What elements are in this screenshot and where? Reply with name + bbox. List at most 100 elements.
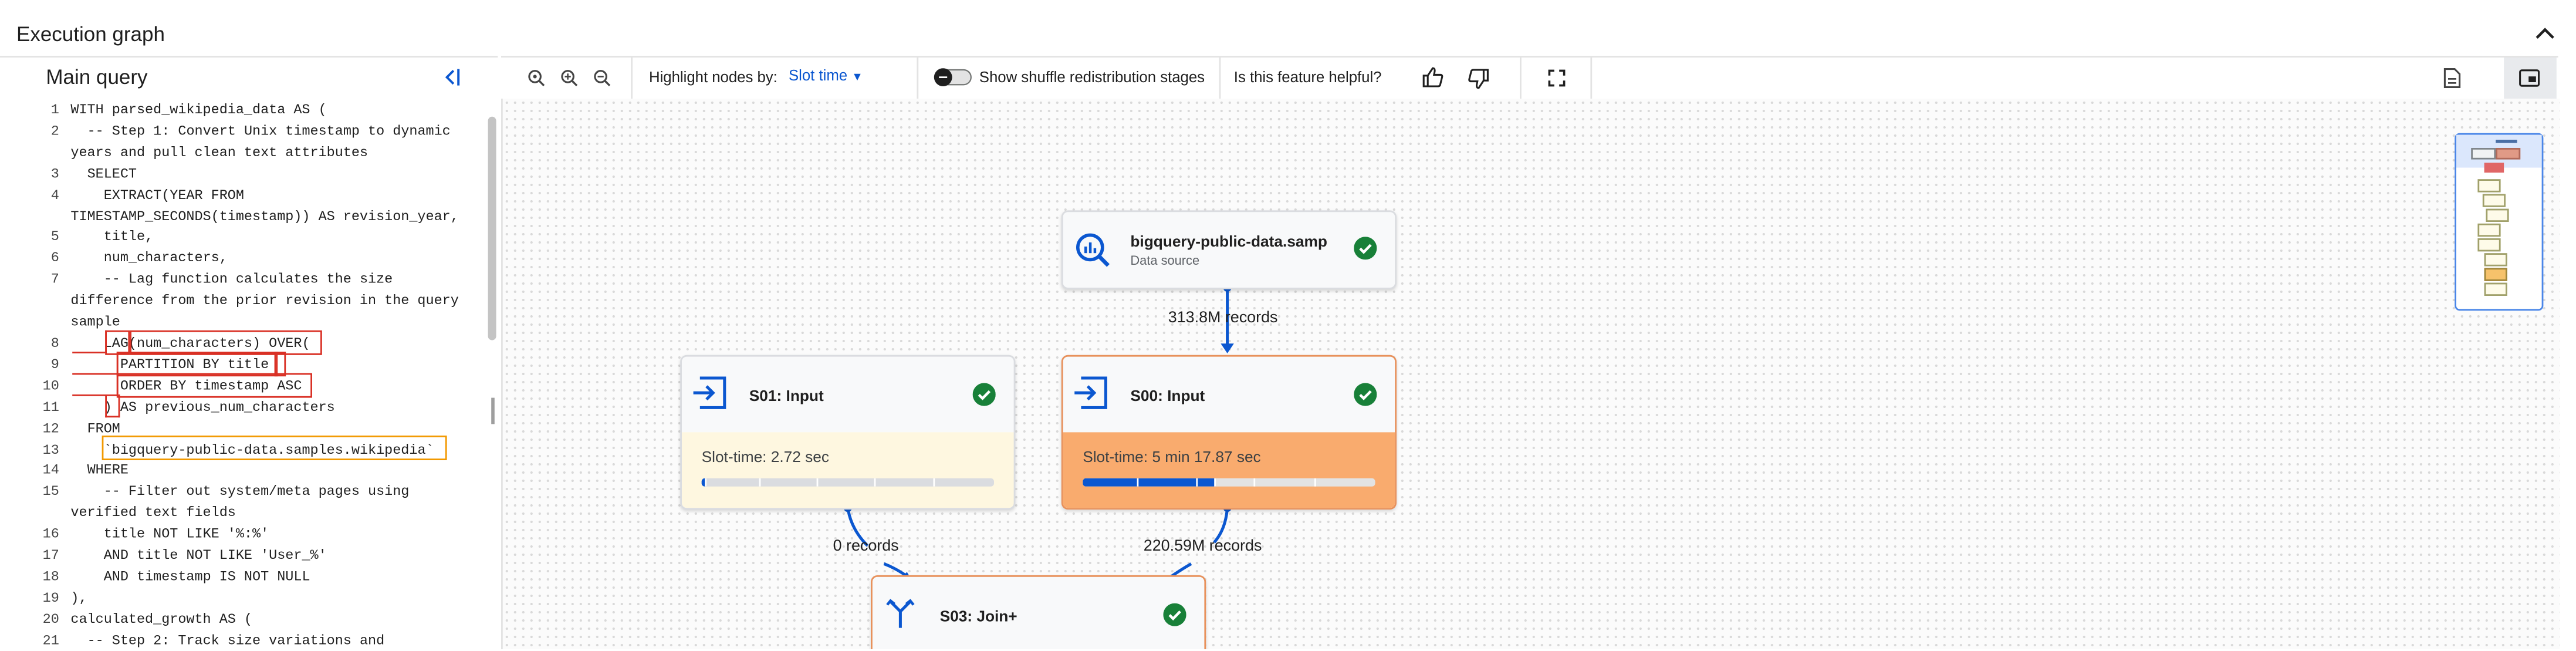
code-line[interactable]: 2 -- Step 1: Convert Unix timestamp to d… [16, 122, 481, 164]
code-text: PARTITION BY title [70, 356, 269, 373]
zoom-fit-icon[interactable] [528, 69, 546, 87]
code-text: -- Filter out system/meta pages using ve… [70, 484, 418, 522]
code-line[interactable]: 11 ) AS previous_num_characters [16, 397, 481, 419]
minimap-node [2477, 223, 2501, 237]
code-line[interactable]: 21 -- Step 2: Track size variations and [16, 630, 481, 651]
minimap-node [2496, 148, 2521, 160]
line-number: 10 [42, 377, 59, 394]
line-number: 6 [50, 250, 59, 267]
success-check-icon [1354, 383, 1377, 406]
slot-bar-s01 [701, 478, 994, 487]
toolbar-divider [1219, 58, 1221, 99]
line-number: 5 [50, 229, 59, 246]
query-panel-title: Main query [46, 66, 148, 89]
input-stage-icon [1074, 376, 1107, 409]
success-check-icon [972, 383, 996, 406]
query-code[interactable]: 1 WITH parsed_wikipedia_data AS (2 -- Ste… [16, 100, 481, 651]
join-icon [886, 599, 915, 628]
line-number: 21 [42, 632, 59, 649]
line-number: 4 [50, 187, 59, 204]
code-text: `bigquery-public-data.samples.wikipedia` [70, 441, 434, 458]
shuffle-toggle[interactable] [932, 68, 975, 87]
code-line[interactable]: 14 WHERE [16, 461, 481, 482]
thumbs-up-icon[interactable] [1421, 66, 1444, 89]
slot-time-s00: Slot-time: 5 min 17.87 sec [1083, 447, 1261, 466]
line-number: 12 [42, 420, 59, 437]
code-line[interactable]: 4 EXTRACT(YEAR FROM TIMESTAMP_SECONDS(ti… [16, 185, 481, 227]
graph-canvas[interactable]: bigquery-public-data.samp Data source 31… [501, 99, 2560, 649]
stage-node-s00[interactable]: S00: Input Slot-time: 5 min 17.87 sec [1061, 355, 1397, 510]
panel-title: Execution graph [16, 23, 165, 46]
zoom-in-icon[interactable] [560, 69, 579, 87]
line-number: 14 [42, 462, 59, 479]
code-text: num_characters, [70, 250, 228, 267]
stage-metrics-s00: Slot-time: 5 min 17.87 sec [1063, 432, 1395, 508]
zoom-out-icon[interactable] [593, 69, 611, 87]
minimap-node [2477, 179, 2501, 193]
code-text: WITH parsed_wikipedia_data AS ( [70, 102, 327, 119]
code-line[interactable]: 9 PARTITION BY title [16, 355, 481, 376]
code-text: LAG(num_characters) OVER( [70, 335, 310, 352]
code-line[interactable]: 13 `bigquery-public-data.samples.wikiped… [16, 440, 481, 461]
code-line[interactable]: 18 AND timestamp IS NOT NULL [16, 567, 481, 588]
toolbar-divider [917, 58, 919, 99]
minimap-node [2484, 268, 2507, 281]
shuffle-label: Show shuffle redistribution stages [979, 69, 1205, 86]
datasource-node[interactable]: bigquery-public-data.samp Data source [1061, 210, 1397, 289]
code-line[interactable]: 10 ORDER BY timestamp ASC [16, 376, 481, 397]
code-text: SELECT [70, 166, 137, 183]
graph-toolbar: Highlight nodes by: Slot time ▼ Show shu… [501, 56, 2558, 100]
document-icon[interactable] [2443, 68, 2462, 89]
code-line[interactable]: 20 calculated_growth AS ( [16, 609, 481, 630]
minimap-node [2471, 148, 2496, 160]
success-check-icon [1163, 603, 1186, 626]
code-line[interactable]: 3 SELECT [16, 164, 481, 185]
edge-label-s00-s03: 220.59M records [1143, 537, 1262, 556]
code-text: calculated_growth AS ( [70, 610, 253, 628]
minimap-node [2484, 163, 2504, 173]
code-text: title NOT LIKE '%:%' [70, 526, 269, 543]
line-number: 13 [42, 441, 59, 458]
line-number: 20 [42, 610, 59, 628]
minimap-node [2482, 194, 2506, 207]
code-scrollbar[interactable] [488, 116, 496, 340]
code-line[interactable]: 7 -- Lag function calculates the size di… [16, 270, 481, 333]
stage-node-s03[interactable]: S03: Join+ [871, 575, 1206, 649]
picture-in-picture-icon [2519, 69, 2540, 87]
code-line[interactable]: 8 LAG(num_characters) OVER( [16, 333, 481, 355]
code-text: -- Step 2: Track size variations and [70, 632, 385, 649]
panel-resize-handle[interactable] [491, 397, 495, 424]
toolbar-divider [631, 58, 633, 99]
code-text: WHERE [70, 462, 129, 479]
chevron-up-icon[interactable] [2532, 20, 2558, 46]
line-number: 15 [42, 484, 59, 501]
stage-node-s01[interactable]: S01: Input Slot-time: 2.72 sec [680, 355, 1016, 510]
code-line[interactable]: 19), [16, 588, 481, 609]
code-line[interactable]: 6 num_characters, [16, 249, 481, 270]
code-line[interactable]: 5 title, [16, 228, 481, 249]
datasource-icon [1076, 233, 1110, 267]
highlight-select[interactable]: Slot time ▼ [789, 68, 863, 84]
stage-metrics-s01: Slot-time: 2.72 sec [682, 432, 1014, 508]
stage-name-s03: S03: Join+ [939, 606, 1017, 625]
edge-label-ds-s00: 313.8M records [1168, 309, 1278, 328]
fullscreen-icon[interactable] [1548, 69, 1566, 87]
minimap-node [2477, 238, 2501, 252]
line-number: 18 [42, 568, 59, 585]
code-line[interactable]: 15 -- Filter out system/meta pages using… [16, 482, 481, 524]
thumbs-down-icon[interactable] [1467, 68, 1490, 90]
code-line[interactable]: 17 AND title NOT LIKE 'User_%' [16, 546, 481, 567]
line-number: 11 [42, 399, 59, 416]
code-line[interactable]: 16 title NOT LIKE '%:%' [16, 525, 481, 546]
collapse-panel-icon[interactable] [440, 66, 463, 89]
toolbar-divider [1590, 58, 1593, 99]
code-text: AND timestamp IS NOT NULL [70, 568, 310, 585]
code-line[interactable]: 12 FROM [16, 419, 481, 440]
graph-minimap[interactable] [2455, 133, 2544, 311]
line-number: 16 [42, 526, 59, 543]
slot-bar-s00 [1083, 478, 1375, 487]
code-text: ORDER BY timestamp ASC [70, 377, 302, 394]
code-text: title, [70, 229, 154, 246]
code-line[interactable]: 1 WITH parsed_wikipedia_data AS ( [16, 100, 481, 122]
stage-name-s01: S01: Input [749, 386, 824, 404]
